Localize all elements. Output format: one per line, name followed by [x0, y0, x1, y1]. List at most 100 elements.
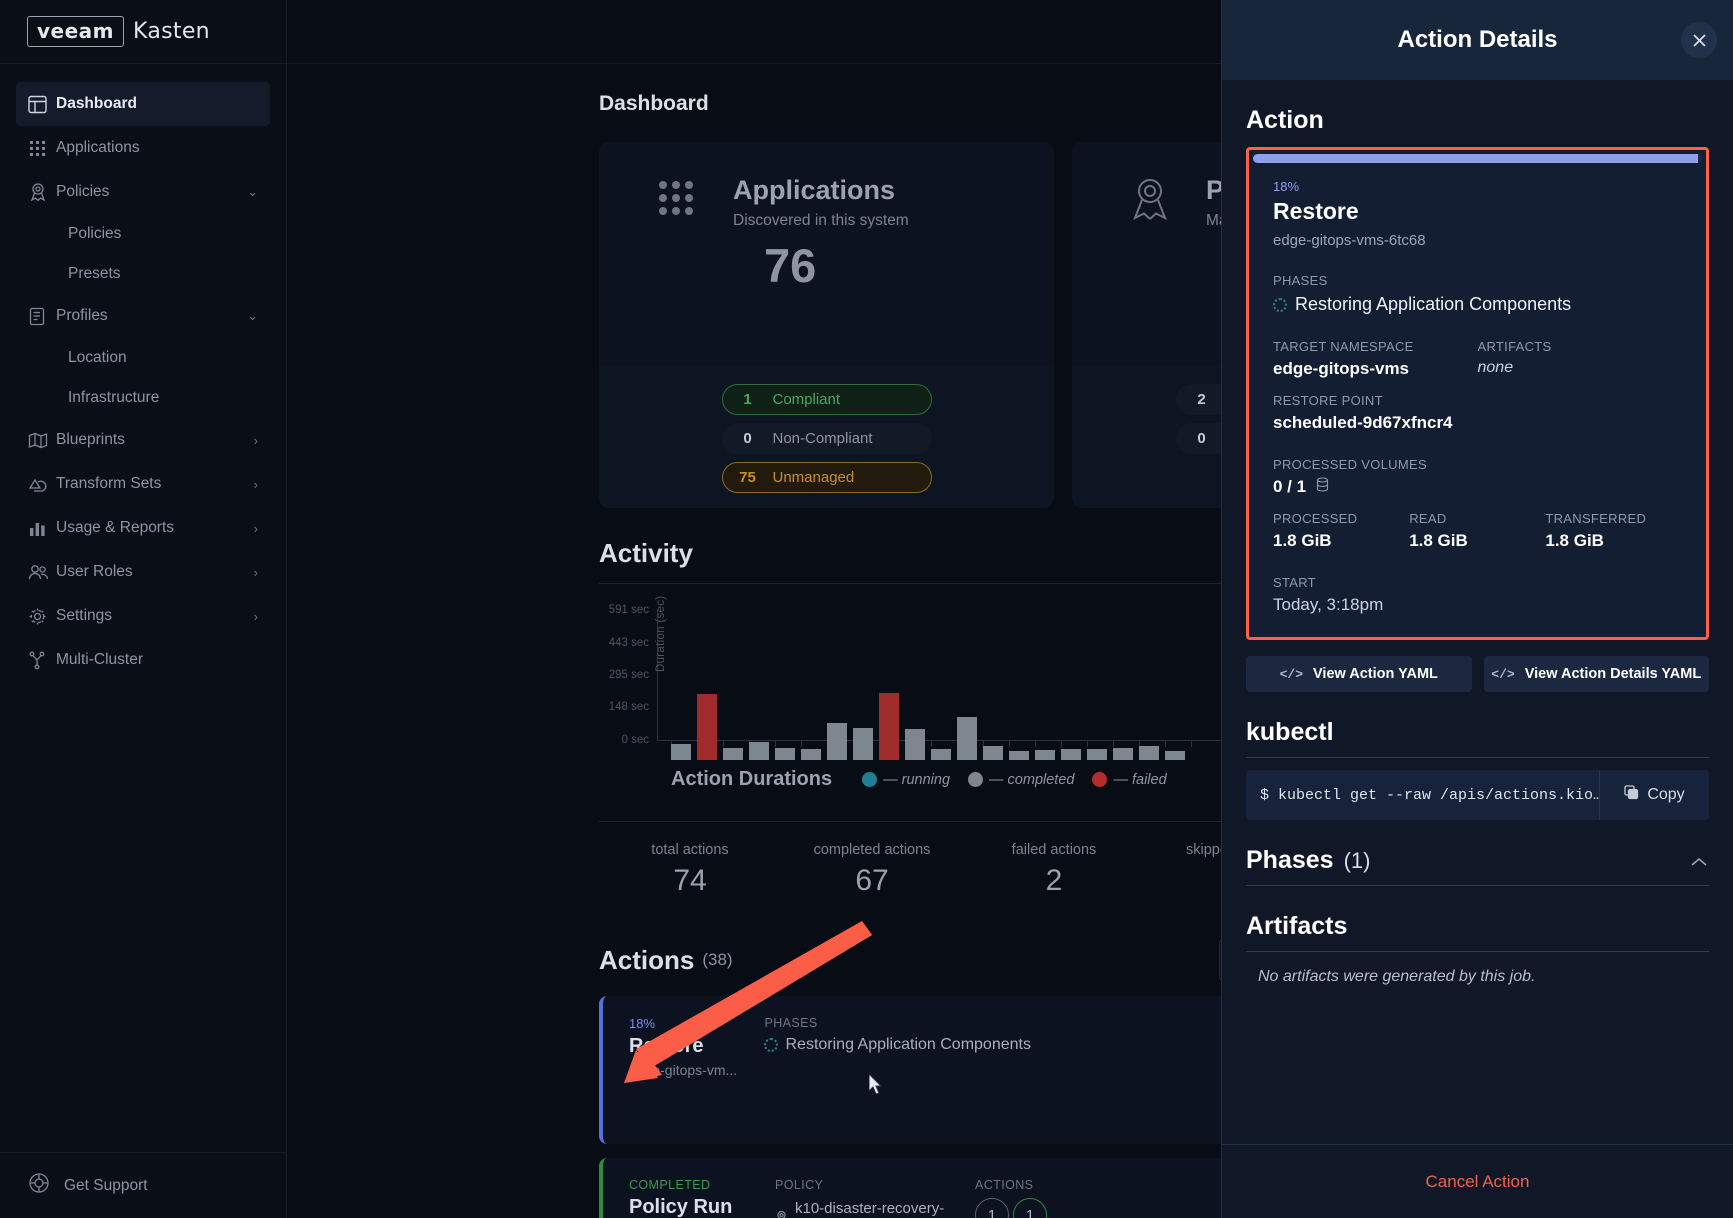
sidebar-item-user-roles[interactable]: User Roles ›	[16, 550, 270, 594]
cancel-action-button[interactable]: Cancel Action	[1426, 1172, 1530, 1192]
action-count-badge[interactable]: 1	[975, 1198, 1009, 1218]
chevron-right-icon[interactable]: ›	[254, 565, 258, 580]
chart-bar[interactable]	[1009, 751, 1029, 760]
chart-y-tick: 148 sec	[608, 701, 649, 714]
progress-bar	[1253, 154, 1702, 163]
chart-bar[interactable]	[931, 749, 951, 760]
sidebar-item-usage-reports[interactable]: Usage & Reports ›	[16, 506, 270, 550]
sidebar-item-label: Policies	[56, 183, 110, 200]
row-policy-value: k10-disaster-recovery-policy	[795, 1200, 945, 1217]
chart-bar[interactable]	[957, 717, 977, 760]
restore-point-label: RESTORE POINT	[1273, 393, 1383, 408]
sidebar-item-transform-sets[interactable]: Transform Sets ›	[16, 462, 270, 506]
button-label: View Action Details YAML	[1524, 666, 1702, 682]
ribbon-small-icon	[775, 1210, 788, 1218]
sidebar-item-label: Presets	[68, 265, 121, 282]
sidebar-item-policies-sub[interactable]: Policies	[16, 214, 270, 254]
chart-y-axis-label: Duration (sec)	[655, 595, 667, 672]
legend-item-completed: — completed	[968, 772, 1074, 788]
sidebar-item-multi-cluster[interactable]: Multi-Cluster	[16, 638, 270, 682]
status-badge-non-compliant[interactable]: 0 Non-Compliant	[721, 423, 932, 454]
get-support-label: Get Support	[64, 1176, 148, 1194]
document-icon	[28, 307, 56, 326]
row-policy-label: POLICY	[775, 1178, 824, 1192]
sidebar-item-label: Applications	[56, 139, 140, 156]
brand-logo[interactable]: veeam Kasten	[0, 0, 286, 64]
chart-bar[interactable]	[749, 741, 769, 760]
chart-bar[interactable]	[1165, 751, 1185, 760]
artifacts-value: none	[1477, 359, 1514, 376]
stat-value: 67	[855, 864, 889, 897]
section-heading-phases[interactable]: Phases (1)	[1246, 846, 1709, 886]
section-heading-artifacts: Artifacts	[1246, 912, 1709, 952]
chevron-right-icon[interactable]: ›	[254, 477, 258, 492]
processed-label: PROCESSED	[1273, 511, 1358, 526]
chevron-right-icon[interactable]: ›	[254, 433, 258, 448]
row-title: Restore	[629, 1035, 704, 1057]
chart-bar[interactable]	[1035, 750, 1055, 760]
chart-bar[interactable]	[827, 722, 847, 760]
badge-count: 0	[1197, 430, 1206, 447]
close-icon[interactable]	[1681, 22, 1717, 58]
status-badge-unmanaged[interactable]: 75 Unmanaged	[721, 462, 932, 493]
sidebar-item-applications[interactable]: Applications	[16, 126, 270, 170]
applications-card[interactable]: Applications Discovered in this system 7…	[599, 142, 1054, 508]
stat-label: failed actions	[1011, 842, 1097, 858]
kubectl-command[interactable]: $ kubectl get --raw /apis/actions.kio…	[1246, 770, 1599, 820]
processed-value: 1.8 GiB	[1273, 531, 1332, 550]
badge-label: Unmanaged	[772, 469, 855, 486]
view-action-yaml-button[interactable]: </> View Action YAML	[1246, 656, 1472, 692]
chart-bar[interactable]	[671, 743, 691, 760]
get-support-button[interactable]: Get Support	[0, 1152, 286, 1218]
current-phase: Restoring Application Components	[1273, 294, 1682, 315]
sidebar-item-blueprints[interactable]: Blueprints ›	[16, 418, 270, 462]
chart-bar[interactable]	[1113, 747, 1133, 760]
spinner-icon	[764, 1038, 779, 1052]
copy-button[interactable]: Copy	[1599, 770, 1709, 820]
row-phases-label: PHASES	[764, 1016, 818, 1030]
view-action-details-yaml-button[interactable]: </> View Action Details YAML	[1483, 656, 1709, 692]
legend-label: — failed	[1113, 771, 1167, 788]
sidebar-item-presets[interactable]: Presets	[16, 254, 270, 294]
sidebar-item-location[interactable]: Location	[16, 338, 270, 378]
users-icon	[28, 564, 56, 581]
row-phase-label: Restoring Application Components	[785, 1036, 1031, 1053]
chart-bar[interactable]	[1139, 746, 1159, 760]
chart-bar[interactable]	[723, 747, 743, 760]
chevron-down-icon[interactable]: ⌄	[247, 184, 258, 200]
chevron-down-icon[interactable]: ⌄	[247, 308, 258, 324]
badge-count: 2	[1197, 391, 1206, 408]
chevron-up-icon[interactable]	[1689, 855, 1709, 871]
sidebar-item-dashboard[interactable]: Dashboard	[16, 82, 270, 126]
gear-icon	[28, 607, 56, 626]
chart-bar[interactable]	[697, 694, 717, 760]
brand-veeam-label: veeam	[27, 16, 125, 47]
sidebar-item-settings[interactable]: Settings ›	[16, 594, 270, 638]
chevron-right-icon[interactable]: ›	[254, 521, 258, 536]
stat-label: completed actions	[813, 842, 931, 858]
sidebar-item-label: Policies	[68, 225, 122, 242]
legend-label: — completed	[989, 771, 1075, 788]
chart-bar[interactable]	[1061, 749, 1081, 760]
chart-bar[interactable]	[801, 749, 821, 760]
chart-bar[interactable]	[905, 729, 925, 760]
chart-bar[interactable]	[775, 747, 795, 760]
chart-y-tick: 0 sec	[621, 734, 650, 746]
card-count: 76	[764, 238, 817, 292]
sidebar-item-infrastructure[interactable]: Infrastructure	[16, 378, 270, 418]
start-value: Today, 3:18pm	[1273, 595, 1384, 614]
chart-bar[interactable]	[1087, 748, 1107, 760]
chevron-right-icon[interactable]: ›	[254, 609, 258, 624]
action-count-badge-success[interactable]: 1	[1013, 1198, 1047, 1218]
chart-bar[interactable]	[983, 746, 1003, 760]
chart-bar[interactable]	[853, 728, 873, 760]
sidebar-item-policies[interactable]: Policies ⌄	[16, 170, 270, 214]
chart-bar[interactable]	[879, 692, 899, 760]
stat-label: total actions	[651, 842, 729, 858]
action-subtitle: edge-gitops-vms-6tc68	[1273, 232, 1426, 249]
sidebar-item-profiles[interactable]: Profiles ⌄	[16, 294, 270, 338]
legend-label: — running	[883, 771, 951, 788]
status-badge-compliant[interactable]: 1 Compliant	[721, 384, 932, 415]
action-summary-card: 18% Restore edge-gitops-vms-6tc68 PHASES…	[1246, 147, 1709, 640]
status-badge: COMPLETED	[629, 1178, 711, 1192]
